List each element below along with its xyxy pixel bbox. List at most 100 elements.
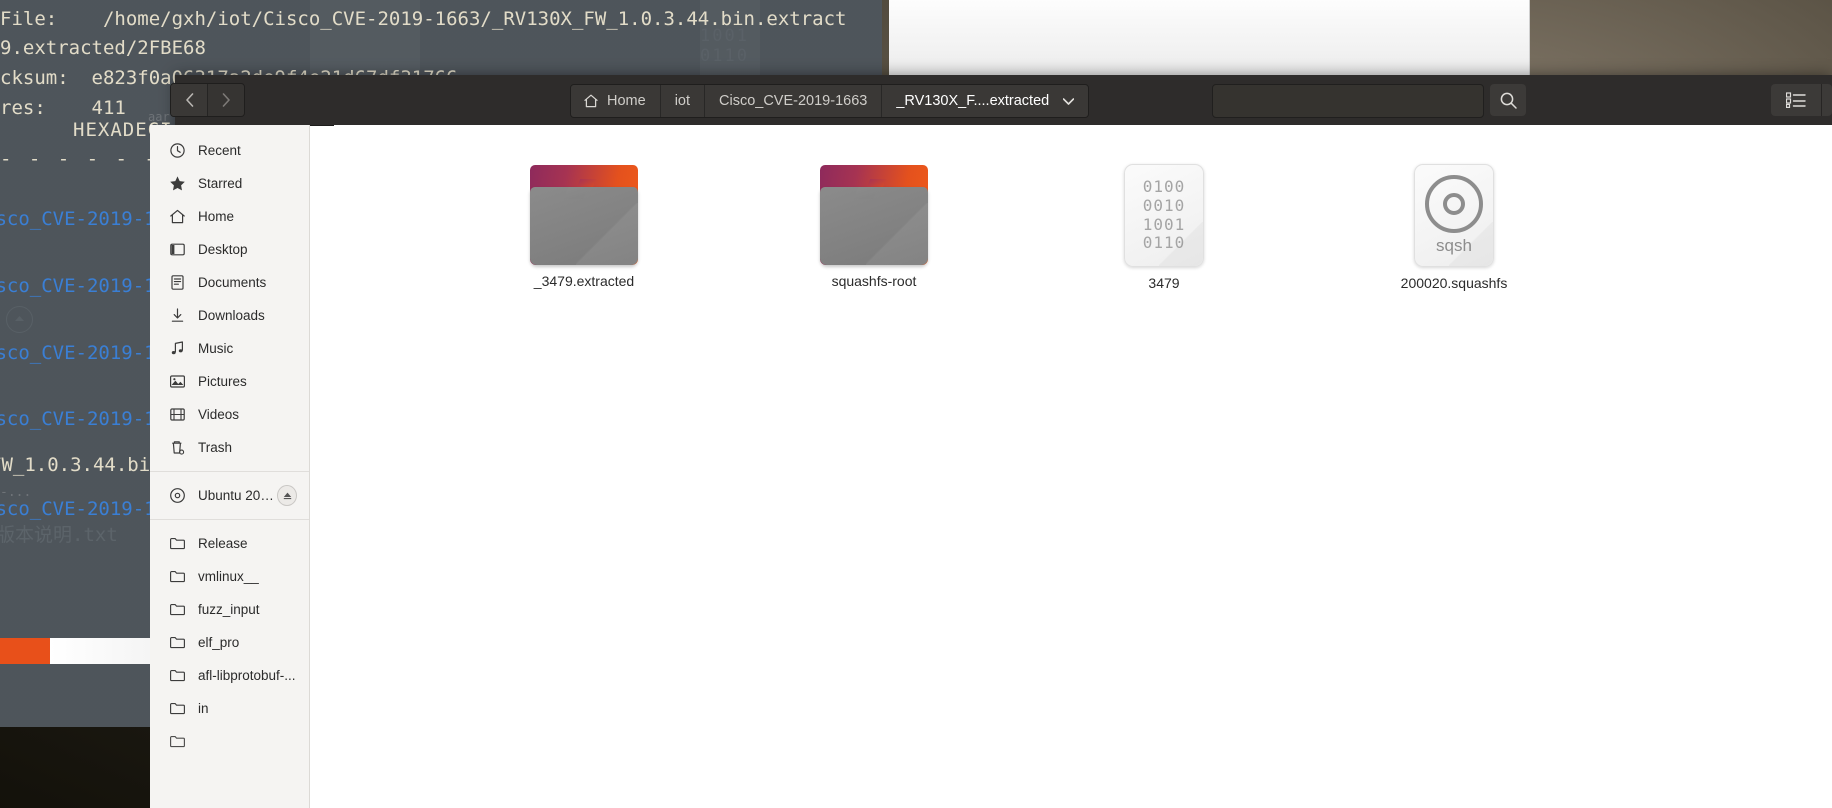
terminal-orange-chip <box>0 638 50 664</box>
sidebar-item-videos[interactable]: Videos <box>150 398 309 431</box>
sidebar-item-label: Ubuntu 20.0... <box>198 488 278 503</box>
sidebar-item-label: Pictures <box>198 374 247 389</box>
sidebar-item-elf-pro[interactable]: elf_pro <box>150 626 309 659</box>
binary-row: 0100 <box>1142 176 1186 196</box>
file-label: 200020.squashfs <box>1400 275 1508 291</box>
folder-icon <box>167 600 187 620</box>
sidebar-item-label: Release <box>198 536 248 551</box>
disc-icon <box>167 486 187 506</box>
sidebar-item-vmlinux[interactable]: vmlinux__ <box>150 560 309 593</box>
download-icon <box>167 306 187 326</box>
search-input[interactable] <box>1212 84 1484 118</box>
terminal-entry-bin: FW_1.0.3.44.bin <box>0 454 162 476</box>
sidebar-item-label: fuzz_input <box>198 602 260 617</box>
breadcrumb: Home iot Cisco_CVE-2019-1663 _RV130X_F..… <box>570 84 1090 118</box>
sidebar-item-fuzz-input[interactable]: fuzz_input <box>150 593 309 626</box>
terminal-entry-1: isco_CVE-2019-1 <box>0 208 156 230</box>
terminal-line-path-cont: 9.extracted/2FBE68 <box>0 37 206 59</box>
search-button[interactable] <box>1490 84 1526 116</box>
sidebar-item-label: afl-libprotobuf-... <box>198 668 296 683</box>
sidebar-item-label: Videos <box>198 407 240 422</box>
sidebar-item-music[interactable]: Music <box>150 332 309 365</box>
sidebar-item-partial[interactable] <box>150 725 309 758</box>
sidebar-item-label: vmlinux__ <box>198 569 259 584</box>
terminal-entry-5: isco_CVE-2019-1 <box>0 498 156 520</box>
desktop-icon <box>167 240 187 260</box>
sidebar-item-release[interactable]: Release <box>150 527 309 560</box>
trash-icon <box>167 438 187 458</box>
back-button[interactable] <box>171 84 207 116</box>
list-view-icon <box>1786 92 1806 108</box>
binary-row: 1001 <box>1142 214 1186 234</box>
star-icon <box>167 174 187 194</box>
sidebar-item-label: in <box>198 701 209 716</box>
sidebar-item-label: Downloads <box>198 308 265 323</box>
folder-icon <box>167 633 187 653</box>
breadcrumb-label: Cisco_CVE-2019-1663 <box>719 93 868 109</box>
sidebar-item-label: Recent <box>198 143 241 158</box>
view-toggle-button[interactable] <box>1771 84 1822 116</box>
sidebar-item-label: Documents <box>198 275 267 290</box>
binary-file-icon: 0100 0010 1001 0110 <box>1124 164 1204 267</box>
chevron-right-icon <box>222 93 230 107</box>
breadcrumb-item-cisco[interactable]: Cisco_CVE-2019-1663 <box>704 85 882 117</box>
sidebar-item-documents[interactable]: Documents <box>150 266 309 299</box>
sidebar-item-afl-libprotobuf[interactable]: afl-libprotobuf-... <box>150 659 309 692</box>
file-grid[interactable]: _3479.extracted squashfs-root 0100 0010 … <box>334 125 1832 808</box>
file-type-badge: sqsh <box>1436 236 1472 255</box>
folder-icon <box>167 732 187 752</box>
file-item-folder-extracted[interactable]: _3479.extracted <box>489 165 679 289</box>
sidebar-item-downloads[interactable]: Downloads <box>150 299 309 332</box>
search-icon <box>1500 92 1517 109</box>
breadcrumb-item-current[interactable]: _RV130X_F....extracted <box>881 85 1089 117</box>
terminal-entry-chinese: 版本说明.txt <box>0 524 118 546</box>
sidebar-item-recent[interactable]: Recent <box>150 134 309 167</box>
file-label: 3479 <box>1148 275 1180 291</box>
folder-icon <box>167 666 187 686</box>
binary-row: 0010 <box>1142 195 1186 215</box>
sidebar-item-label: Desktop <box>198 242 248 257</box>
ghost-eject-icon <box>6 306 33 333</box>
home-icon <box>583 93 599 109</box>
file-item-folder-squashfs-root[interactable]: squashfs-root <box>779 165 969 289</box>
file-item-binary-3479[interactable]: 0100 0010 1001 0110 3479 <box>1069 164 1259 291</box>
breadcrumb-label: iot <box>674 93 691 109</box>
background-white-window[interactable] <box>889 0 1530 75</box>
music-note-icon <box>167 339 187 359</box>
sidebar-item-in[interactable]: in <box>150 692 309 725</box>
chevron-left-icon <box>185 93 193 107</box>
sidebar[interactable]: Recent Starred Home Desktop Documents Do… <box>150 125 310 808</box>
sidebar-item-label: Trash <box>198 440 233 455</box>
breadcrumb-item-home[interactable]: Home <box>571 85 660 117</box>
sidebar-item-label: Music <box>198 341 234 356</box>
sidebar-item-trash[interactable]: Trash <box>150 431 309 464</box>
view-toggle-extra[interactable] <box>1822 84 1832 116</box>
file-item-squashfs-image[interactable]: sqsh 200020.squashfs <box>1359 164 1549 291</box>
document-icon <box>167 273 187 293</box>
eject-icon[interactable] <box>277 485 297 506</box>
folder-icon <box>167 699 187 719</box>
sidebar-item-label: Starred <box>198 176 243 191</box>
sidebar-divider-1 <box>150 471 309 472</box>
sidebar-item-label: Home <box>198 209 235 224</box>
sidebar-item-label: elf_pro <box>198 635 240 650</box>
terminal-entry-4: isco_CVE-2019-1 <box>0 408 156 430</box>
home-icon <box>167 207 187 227</box>
breadcrumb-label: Home <box>607 93 646 109</box>
file-manager-window[interactable]: Home iot Cisco_CVE-2019-1663 _RV130X_F..… <box>150 75 1832 808</box>
sidebar-item-starred[interactable]: Starred <box>150 167 309 200</box>
sidebar-item-home[interactable]: Home <box>150 200 309 233</box>
terminal-line-res: res: 411 <box>0 97 126 119</box>
sidebar-item-ubuntu-disc[interactable]: Ubuntu 20.0... <box>150 479 309 512</box>
breadcrumb-item-iot[interactable]: iot <box>659 85 705 117</box>
folder-icon <box>167 567 187 587</box>
folder-icon <box>530 165 638 265</box>
sidebar-divider-2 <box>150 519 309 520</box>
chevron-down-icon[interactable] <box>1062 93 1075 109</box>
navigation-button-group <box>170 83 245 117</box>
sidebar-item-desktop[interactable]: Desktop <box>150 233 309 266</box>
sidebar-item-pictures[interactable]: Pictures <box>150 365 309 398</box>
video-icon <box>167 405 187 425</box>
clock-icon <box>167 141 187 161</box>
forward-button[interactable] <box>207 84 244 116</box>
